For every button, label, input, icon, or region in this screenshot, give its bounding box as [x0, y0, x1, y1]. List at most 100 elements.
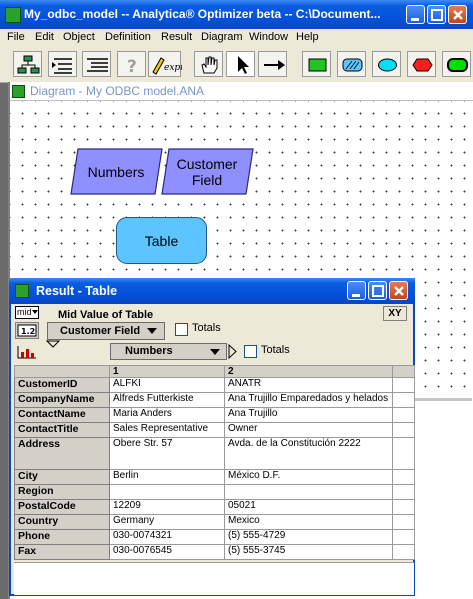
hand-tool-button[interactable] — [194, 51, 223, 77]
row-header[interactable]: Address — [14, 437, 110, 470]
menu-window[interactable]: Window — [249, 31, 288, 43]
chance-node-icon — [378, 58, 397, 72]
column-header-2[interactable]: 2 — [224, 365, 393, 378]
result-close-button[interactable] — [389, 281, 408, 300]
table-node[interactable]: Table — [116, 217, 207, 264]
col-index-marker-icon — [228, 344, 237, 359]
menu-diagram[interactable]: Diagram — [201, 31, 243, 43]
result-minimize-button[interactable] — [347, 281, 366, 300]
col-totals-checkbox[interactable] — [244, 345, 257, 358]
table-cell-empty — [392, 437, 415, 470]
hierarchy-tool-button[interactable] — [48, 51, 77, 77]
table-cell[interactable]: Owner — [224, 422, 393, 438]
minimize-button[interactable] — [406, 5, 425, 24]
table-cell[interactable]: Maria Anders — [109, 407, 225, 423]
table-cell[interactable]: Ana Trujillo — [224, 407, 393, 423]
xy-button[interactable]: XY — [383, 306, 407, 321]
table-cell[interactable] — [109, 484, 225, 500]
table-cell-empty — [392, 377, 415, 393]
svg-text:expr: expr — [164, 63, 182, 73]
table-cell[interactable]: (5) 555-4729 — [224, 529, 393, 545]
row-header[interactable]: ContactName — [14, 407, 110, 423]
table-cell[interactable]: 030-0076545 — [109, 544, 225, 560]
objective-node-button[interactable] — [407, 51, 436, 77]
table-cell[interactable]: Ana Trujillo Emparedados y helados — [224, 392, 393, 408]
result-maximize-button[interactable] — [368, 281, 387, 300]
table-cell-empty — [392, 499, 415, 515]
table-cell[interactable]: Alfreds Futterkiste — [109, 392, 225, 408]
row-header[interactable]: PostalCode — [14, 499, 110, 515]
table-cell[interactable]: Obere Str. 57 — [109, 437, 225, 470]
table-row: CustomerID ALFKI ANATR — [14, 377, 415, 393]
table-view-button[interactable]: 1.2 — [15, 322, 39, 339]
table-cell[interactable]: ANATR — [224, 377, 393, 393]
menu-object[interactable]: Object — [63, 31, 95, 43]
col-totals-label: Totals — [261, 344, 290, 356]
table-cell[interactable]: Berlin — [109, 469, 225, 485]
table-node-label: Table — [144, 232, 179, 249]
table-row: PostalCode 12209 05021 — [14, 499, 415, 515]
arrow-connect-button[interactable] — [258, 51, 287, 77]
row-header[interactable]: Phone — [14, 529, 110, 545]
chance-node-button[interactable] — [372, 51, 401, 77]
table-cell[interactable]: 05021 — [224, 499, 393, 515]
column-header-1[interactable]: 1 — [109, 365, 225, 378]
variable-node-button[interactable] — [337, 51, 366, 77]
row-index-dropdown[interactable]: Customer Field — [47, 322, 165, 340]
list-tool-button[interactable] — [82, 51, 111, 77]
table-view-icon: 1.2 — [17, 324, 37, 337]
menu-help[interactable]: Help — [296, 31, 319, 43]
table-cell[interactable]: Germany — [109, 514, 225, 530]
menu-bar: File Edit Object Definition Result Diagr… — [0, 29, 473, 46]
help-tool-button[interactable]: ? — [117, 51, 146, 77]
table-cell[interactable]: 030-0074321 — [109, 529, 225, 545]
menu-edit[interactable]: Edit — [35, 31, 54, 43]
arrow-pointer-button[interactable] — [226, 51, 255, 77]
maximize-button[interactable] — [427, 5, 446, 24]
row-header[interactable]: CompanyName — [14, 392, 110, 408]
row-header[interactable]: Region — [14, 484, 110, 500]
table-cell[interactable]: Mexico — [224, 514, 393, 530]
col-index-dropdown[interactable]: Numbers — [110, 343, 227, 360]
customer-field-node[interactable]: Customer Field — [166, 148, 248, 196]
analytica-logo-icon — [5, 7, 21, 23]
menu-result[interactable]: Result — [161, 31, 192, 43]
row-totals-checkbox[interactable] — [175, 323, 188, 336]
numbers-node-label: Numbers — [87, 164, 145, 180]
bar-graph-icon — [17, 346, 36, 359]
row-header[interactable]: City — [14, 469, 110, 485]
menu-definition[interactable]: Definition — [105, 31, 151, 43]
row-header[interactable]: ContactTitle — [14, 422, 110, 438]
table-cell-empty — [392, 544, 415, 560]
row-header[interactable]: CustomerID — [14, 377, 110, 393]
customer-field-node-label: Customer Field — [176, 156, 238, 188]
table-cell[interactable]: ALFKI — [109, 377, 225, 393]
variable-node-icon — [342, 58, 363, 72]
expression-tool-button[interactable]: expr — [148, 51, 182, 77]
row-header[interactable]: Country — [14, 514, 110, 530]
numbers-node[interactable]: Numbers — [72, 148, 160, 196]
module-node-button[interactable] — [442, 51, 471, 77]
arrow-connect-icon — [264, 60, 285, 70]
uncertainty-view-dropdown[interactable]: mid — [15, 306, 39, 319]
table-cell[interactable]: Avda. de la Constitución 2222 — [224, 437, 393, 470]
row-header[interactable]: Fax — [14, 544, 110, 560]
table-row: Phone 030-0074321 (5) 555-4729 — [14, 529, 415, 545]
menu-file[interactable]: File — [7, 31, 25, 43]
table-cell[interactable]: México D.F. — [224, 469, 393, 485]
table-cell[interactable]: (5) 555-3745 — [224, 544, 393, 560]
diagram-title: Diagram - My ODBC model.ANA — [30, 84, 205, 98]
graph-view-button[interactable] — [15, 343, 39, 360]
result-title: Result - Table — [36, 284, 118, 298]
row-totals-label: Totals — [192, 322, 221, 334]
outline-tool-button[interactable] — [13, 51, 42, 77]
table-row: CompanyName Alfreds Futterkiste Ana Truj… — [14, 392, 415, 408]
decision-node-button[interactable] — [302, 51, 331, 77]
diagram-titlebar: Diagram - My ODBC model.ANA — [8, 82, 473, 101]
table-cell[interactable] — [224, 484, 393, 500]
table-cell-empty — [392, 529, 415, 545]
table-cell[interactable]: 12209 — [109, 499, 225, 515]
table-cell-empty — [392, 392, 415, 408]
table-cell[interactable]: Sales Representative — [109, 422, 225, 438]
close-button[interactable] — [448, 5, 467, 24]
